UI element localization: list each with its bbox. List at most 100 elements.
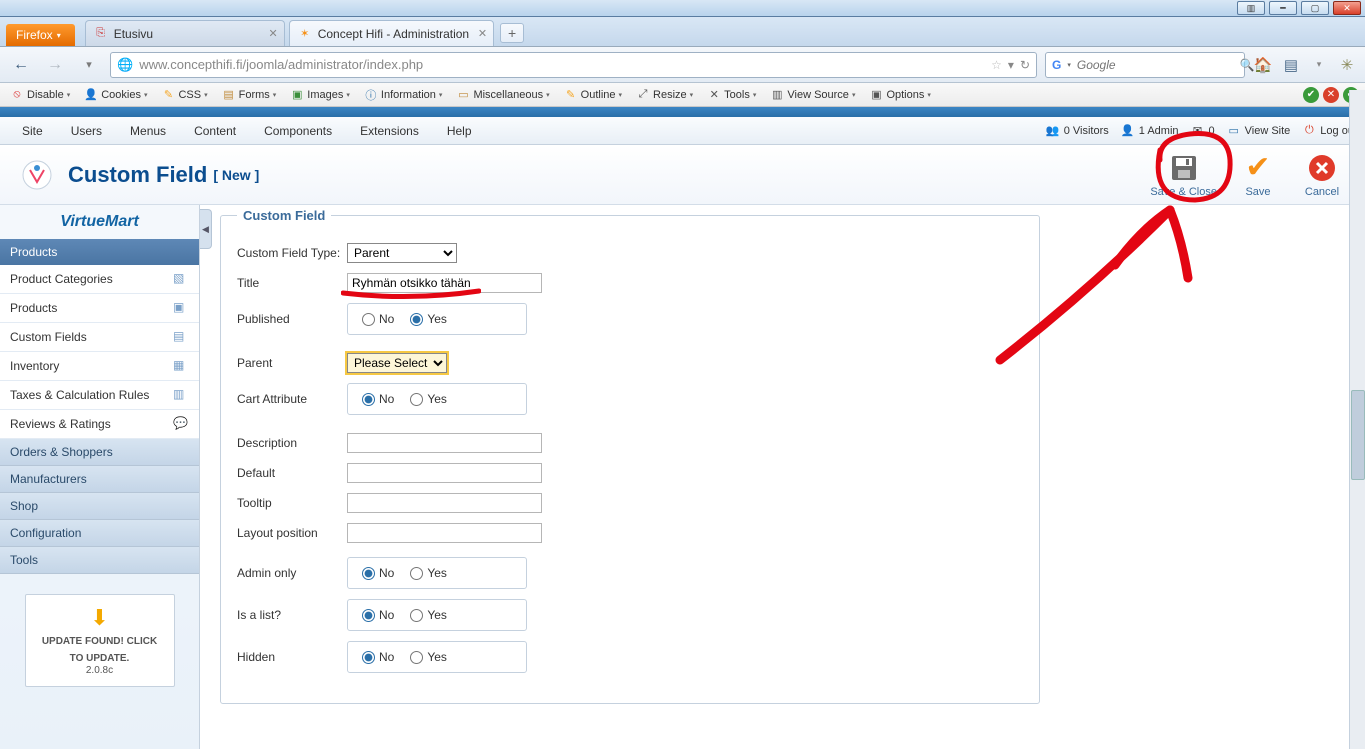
addon-icon[interactable]: ✳ bbox=[1337, 55, 1357, 75]
close-tab-icon[interactable]: ✕ bbox=[268, 27, 277, 40]
select-custom-field-type[interactable]: Parent bbox=[347, 243, 457, 263]
search-input[interactable] bbox=[1077, 58, 1234, 72]
virtuemart-text-logo[interactable]: VirtueMart bbox=[0, 205, 199, 239]
menu-extensions[interactable]: Extensions bbox=[346, 124, 433, 138]
status-admin[interactable]: 👤1 Admin bbox=[1121, 124, 1179, 138]
back-button[interactable]: ← bbox=[8, 52, 34, 78]
close-tab-icon[interactable]: ✕ bbox=[478, 27, 487, 40]
firefox-menu-button[interactable]: Firefox ▾ bbox=[6, 24, 75, 46]
bookmark-star-icon[interactable]: ☆ bbox=[991, 58, 1002, 72]
menu-users[interactable]: Users bbox=[57, 124, 116, 138]
sidebar: VirtueMart Products Product Categories▧ … bbox=[0, 205, 200, 749]
main-content: Custom Field Custom Field Type: Parent T… bbox=[200, 205, 1365, 749]
radio-islist-no[interactable]: No bbox=[362, 608, 394, 622]
devbar-images[interactable]: ▣Images▾ bbox=[286, 86, 354, 104]
devbar-forms[interactable]: ▤Forms▾ bbox=[218, 86, 281, 104]
radio-islist-yes[interactable]: Yes bbox=[410, 608, 447, 622]
tab-etusivu[interactable]: ⎘ Etusivu ✕ bbox=[85, 20, 285, 46]
radio-adminonly-yes[interactable]: Yes bbox=[410, 566, 447, 580]
menu-site[interactable]: Site bbox=[8, 124, 57, 138]
url-input[interactable] bbox=[139, 57, 985, 72]
check-icon: ✔ bbox=[1242, 152, 1274, 184]
chat-icon: 💬 bbox=[173, 416, 189, 432]
radio-hidden-no[interactable]: No bbox=[362, 650, 394, 664]
radio-adminonly-no[interactable]: No bbox=[362, 566, 394, 580]
save-button[interactable]: ✔ Save bbox=[1235, 152, 1281, 198]
fields-icon: ▤ bbox=[173, 329, 189, 345]
menu-content[interactable]: Content bbox=[180, 124, 250, 138]
status-messages[interactable]: ✉0 bbox=[1191, 124, 1215, 138]
home-button[interactable]: 🏠 bbox=[1253, 55, 1273, 75]
devbar-miscellaneous[interactable]: ▭Miscellaneous▾ bbox=[452, 86, 553, 104]
devbar-tools[interactable]: ✕Tools▾ bbox=[703, 86, 760, 104]
feed-icon[interactable]: ▤ bbox=[1281, 55, 1301, 75]
radio-cartattr-yes[interactable]: Yes bbox=[410, 392, 447, 406]
new-tab-button[interactable]: + bbox=[500, 23, 524, 43]
maximize-button[interactable]: ▢ bbox=[1301, 1, 1329, 15]
radio-published-yes[interactable]: Yes bbox=[410, 312, 447, 326]
dropdown-icon[interactable]: ▾ bbox=[1309, 55, 1329, 75]
sidebar-item-custom-fields[interactable]: Custom Fields▤ bbox=[0, 323, 199, 352]
user-icon: 👤 bbox=[1121, 124, 1135, 138]
search-bar[interactable]: G ▾ 🔍 bbox=[1045, 52, 1245, 78]
input-title[interactable] bbox=[347, 273, 542, 293]
address-bar[interactable]: 🌐 ☆ ▾ ↻ bbox=[110, 52, 1037, 78]
sidebar-item-reviews[interactable]: Reviews & Ratings💬 bbox=[0, 410, 199, 439]
devbar-viewsource[interactable]: ▥View Source▾ bbox=[766, 86, 859, 104]
status-visitors[interactable]: 👥0 Visitors bbox=[1046, 124, 1109, 138]
label-parent: Parent bbox=[237, 356, 347, 370]
sidebar-collapse-handle[interactable]: ◀ bbox=[200, 209, 212, 249]
devbar-information[interactable]: ⓘInformation▾ bbox=[360, 86, 447, 104]
sidebar-item-products[interactable]: Products▣ bbox=[0, 294, 199, 323]
sidebar-cat-tools[interactable]: Tools bbox=[0, 547, 199, 574]
sidebar-cat-manufacturers[interactable]: Manufacturers bbox=[0, 466, 199, 493]
save-close-button[interactable]: Save & Close bbox=[1150, 152, 1217, 198]
dropdown-icon: ▾ bbox=[57, 31, 61, 40]
sidebar-item-inventory[interactable]: Inventory▦ bbox=[0, 352, 199, 381]
link-view-site[interactable]: ▭View Site bbox=[1227, 124, 1291, 138]
status-error-icon[interactable]: ✕ bbox=[1323, 87, 1339, 103]
sidebar-section-products[interactable]: Products bbox=[0, 239, 199, 265]
site-identity-icon[interactable]: 🌐 bbox=[117, 57, 133, 73]
sidebar-cat-shop[interactable]: Shop bbox=[0, 493, 199, 520]
menu-components[interactable]: Components bbox=[250, 124, 346, 138]
sidebar-item-taxes[interactable]: Taxes & Calculation Rules▥ bbox=[0, 381, 199, 410]
cancel-button[interactable]: Cancel bbox=[1299, 152, 1345, 198]
radio-cartattr-no[interactable]: No bbox=[362, 392, 394, 406]
input-default[interactable] bbox=[347, 463, 542, 483]
vertical-scrollbar[interactable] bbox=[1349, 90, 1365, 749]
devbar-options[interactable]: ▣Options▾ bbox=[865, 86, 934, 104]
reload-dropdown[interactable]: ▾ bbox=[76, 52, 102, 78]
radio-published-no[interactable]: No bbox=[362, 312, 394, 326]
devbar-css[interactable]: ✎CSS▾ bbox=[157, 86, 211, 104]
input-layout-position[interactable] bbox=[347, 523, 542, 543]
users-icon: 👥 bbox=[1046, 124, 1060, 138]
radio-hidden-yes[interactable]: Yes bbox=[410, 650, 447, 664]
reload-icon[interactable]: ↻ bbox=[1020, 58, 1030, 72]
input-tooltip[interactable] bbox=[347, 493, 542, 513]
status-ok-icon[interactable]: ✔ bbox=[1303, 87, 1319, 103]
dropdown-icon[interactable]: ▾ bbox=[1067, 61, 1071, 69]
devbar-cookies[interactable]: 👤Cookies▾ bbox=[80, 86, 151, 104]
mail-icon: ✉ bbox=[1191, 124, 1205, 138]
menu-help[interactable]: Help bbox=[433, 124, 486, 138]
dropdown-icon[interactable]: ▾ bbox=[1008, 58, 1014, 72]
titlebar-tile-icon[interactable]: ▥ bbox=[1237, 1, 1265, 15]
close-window-button[interactable]: ✕ bbox=[1333, 1, 1361, 15]
devbar-outline[interactable]: ✎Outline▾ bbox=[560, 86, 626, 104]
update-notification[interactable]: ⬇ UPDATE FOUND! CLICK TO UPDATE. 2.0.8c bbox=[25, 594, 175, 687]
sidebar-cat-configuration[interactable]: Configuration bbox=[0, 520, 199, 547]
scrollbar-thumb[interactable] bbox=[1351, 390, 1365, 480]
sidebar-cat-orders[interactable]: Orders & Shoppers bbox=[0, 439, 199, 466]
tab-concepthifi[interactable]: ✶ Concept Hifi - Administration ✕ bbox=[289, 20, 494, 46]
sidebar-item-product-categories[interactable]: Product Categories▧ bbox=[0, 265, 199, 294]
select-parent[interactable]: Please Select bbox=[347, 353, 447, 373]
minimize-button[interactable]: ━ bbox=[1269, 1, 1297, 15]
input-description[interactable] bbox=[347, 433, 542, 453]
menu-menus[interactable]: Menus bbox=[116, 124, 180, 138]
radio-group-published: No Yes bbox=[347, 303, 527, 335]
devbar-resize[interactable]: ⤢Resize▾ bbox=[632, 86, 697, 104]
folder-icon: ▧ bbox=[173, 271, 189, 287]
admin-menu: Site Users Menus Content Components Exte… bbox=[0, 117, 1365, 145]
devbar-disable[interactable]: ⦸Disable▾ bbox=[6, 86, 74, 104]
